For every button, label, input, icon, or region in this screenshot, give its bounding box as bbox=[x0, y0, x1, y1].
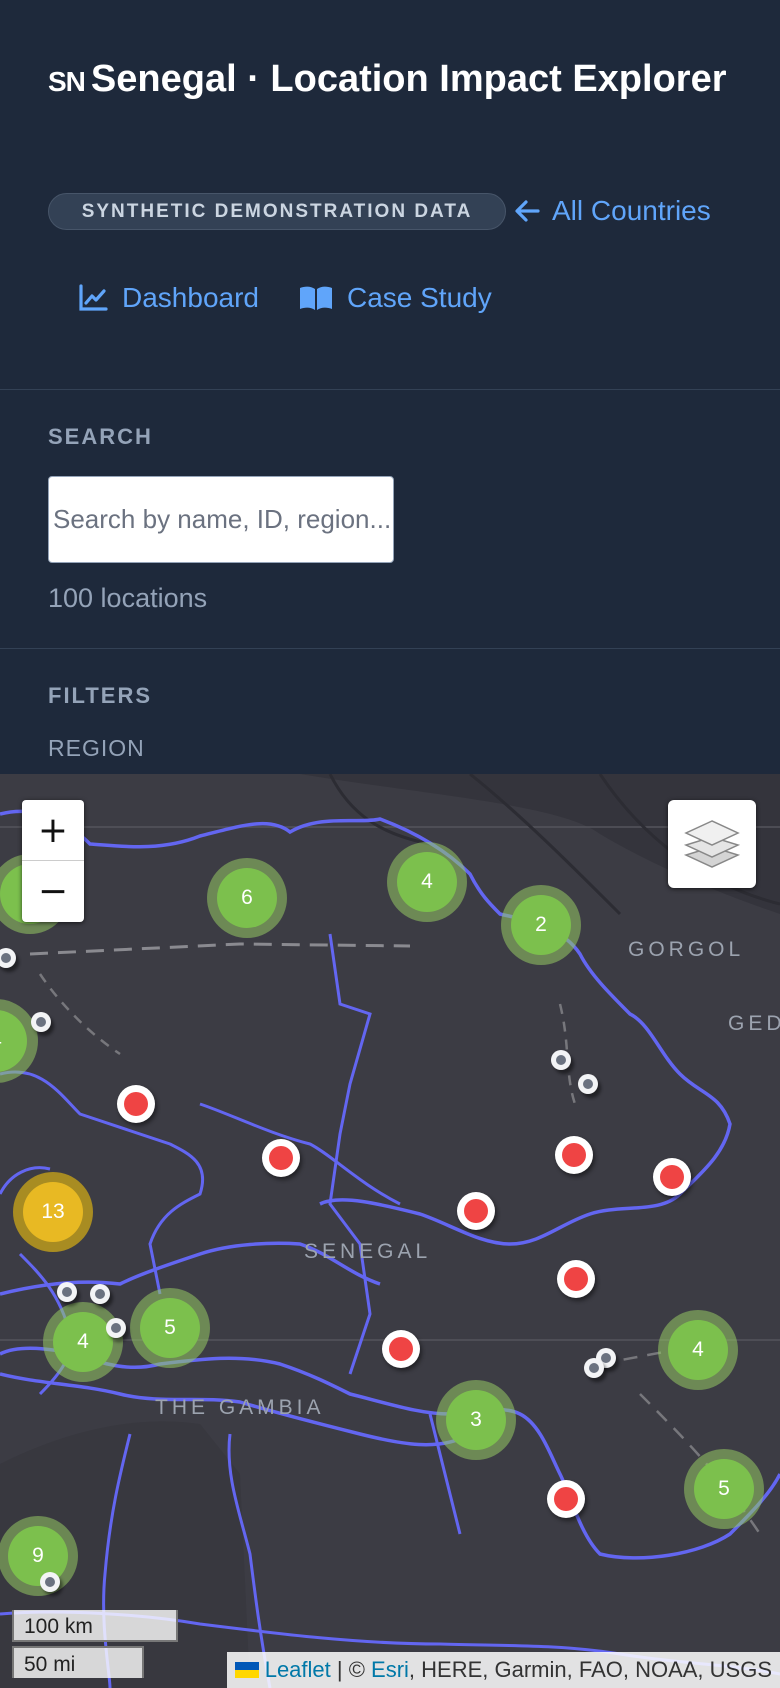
cluster-count: 5 bbox=[694, 1459, 754, 1519]
pin-dot bbox=[36, 1017, 46, 1027]
map[interactable]: GORGOL GED SENEGAL THE GAMBIA 5 6 4 2 4 … bbox=[0, 774, 780, 1688]
cluster-count: 4 bbox=[0, 1010, 27, 1072]
attribution-separator: | © bbox=[330, 1657, 372, 1682]
marker-dot bbox=[562, 1143, 586, 1167]
pin-dot bbox=[583, 1079, 593, 1089]
marker-dot bbox=[389, 1337, 413, 1361]
book-open-icon bbox=[299, 286, 332, 310]
location-pin[interactable] bbox=[40, 1572, 60, 1592]
location-pin[interactable] bbox=[106, 1318, 126, 1338]
marker-cluster[interactable]: 9 bbox=[0, 1516, 78, 1596]
dashboard-link[interactable]: Dashboard bbox=[78, 278, 259, 318]
map-label-gambia: THE GAMBIA bbox=[155, 1396, 325, 1419]
marker-dot bbox=[269, 1146, 293, 1170]
search-input[interactable] bbox=[48, 476, 394, 563]
marker-dot bbox=[124, 1092, 148, 1116]
leaflet-link[interactable]: Leaflet bbox=[265, 1652, 331, 1688]
region-filter-label: REGION bbox=[48, 735, 145, 761]
marker-cluster[interactable]: 4 bbox=[43, 1302, 123, 1382]
location-marker[interactable] bbox=[382, 1330, 420, 1368]
header-nav: Dashboard Case Study bbox=[78, 278, 492, 318]
location-marker[interactable] bbox=[653, 1158, 691, 1196]
map-label-gorgol: GORGOL bbox=[628, 938, 745, 961]
filters-section-label: FILTERS bbox=[48, 683, 153, 708]
pin-dot bbox=[556, 1055, 566, 1065]
attribution-sources: , HERE, Garmin, FAO, NOAA, USGS bbox=[408, 1657, 772, 1682]
location-marker[interactable] bbox=[557, 1260, 595, 1298]
cluster-count: 5 bbox=[140, 1298, 200, 1358]
location-marker[interactable] bbox=[262, 1139, 300, 1177]
scale-mi: 50 mi bbox=[12, 1646, 144, 1678]
ukraine-flag-icon bbox=[234, 1662, 259, 1678]
marker-cluster[interactable]: 4 bbox=[658, 1310, 738, 1390]
location-marker[interactable] bbox=[457, 1192, 495, 1230]
pin-dot bbox=[1, 953, 11, 963]
location-pin[interactable] bbox=[584, 1358, 604, 1378]
cluster-count: 4 bbox=[397, 852, 457, 912]
zoom-in-button[interactable]: + bbox=[22, 800, 84, 861]
cluster-count: 6 bbox=[217, 868, 277, 928]
zoom-control: + − bbox=[22, 800, 84, 922]
esri-link[interactable]: Esri bbox=[371, 1652, 409, 1688]
location-marker[interactable] bbox=[117, 1085, 155, 1123]
pin-dot bbox=[111, 1323, 121, 1333]
synthetic-data-badge: SYNTHETIC DEMONSTRATION DATA bbox=[48, 193, 506, 230]
pin-dot bbox=[95, 1289, 105, 1299]
location-pin[interactable] bbox=[551, 1050, 571, 1070]
location-count: 100 locations bbox=[48, 583, 208, 613]
pin-dot bbox=[589, 1363, 599, 1373]
map-attribution: Leaflet | © Esri, HERE, Garmin, FAO, NOA… bbox=[226, 1652, 780, 1688]
marker-cluster[interactable]: 2 bbox=[501, 885, 581, 965]
case-study-label: Case Study bbox=[346, 282, 492, 313]
cluster-count: 13 bbox=[23, 1182, 83, 1242]
layers-icon bbox=[683, 820, 741, 868]
location-pin[interactable] bbox=[31, 1012, 51, 1032]
layers-button[interactable] bbox=[668, 800, 756, 888]
location-pin[interactable] bbox=[90, 1284, 110, 1304]
marker-dot bbox=[660, 1165, 684, 1189]
pin-dot bbox=[601, 1353, 611, 1363]
map-label-ged: GED bbox=[728, 1012, 780, 1035]
app-header: SN Senegal · Location Impact Explorer SYN… bbox=[0, 0, 780, 390]
marker-cluster[interactable]: 5 bbox=[684, 1449, 764, 1529]
marker-cluster[interactable]: 3 bbox=[436, 1380, 516, 1460]
marker-dot bbox=[564, 1267, 588, 1291]
marker-dot bbox=[554, 1487, 578, 1511]
search-section: SEARCH 100 locations bbox=[0, 390, 780, 649]
all-countries-label: All Countries bbox=[552, 195, 711, 226]
location-marker[interactable] bbox=[555, 1136, 593, 1174]
case-study-link[interactable]: Case Study bbox=[299, 278, 492, 318]
search-section-label: SEARCH bbox=[48, 424, 153, 449]
marker-cluster[interactable]: 13 bbox=[13, 1172, 93, 1252]
pin-dot bbox=[45, 1577, 55, 1587]
location-pin[interactable] bbox=[57, 1282, 77, 1302]
zoom-out-button[interactable]: − bbox=[22, 861, 84, 921]
cluster-count: 3 bbox=[446, 1390, 506, 1450]
flag-code: SN bbox=[48, 66, 86, 97]
page-title: SN Senegal · Location Impact Explorer bbox=[48, 56, 728, 105]
marker-dot bbox=[464, 1199, 488, 1223]
filters-section: FILTERS REGION bbox=[0, 649, 780, 774]
location-pin[interactable] bbox=[578, 1074, 598, 1094]
arrow-left-icon bbox=[515, 200, 540, 222]
marker-cluster[interactable]: 6 bbox=[207, 858, 287, 938]
location-marker[interactable] bbox=[547, 1480, 585, 1518]
page-title-text: Senegal · Location Impact Explorer bbox=[90, 58, 727, 100]
chart-line-icon bbox=[79, 284, 108, 311]
cluster-count: 4 bbox=[668, 1320, 728, 1380]
map-label-senegal: SENEGAL bbox=[304, 1240, 432, 1263]
cluster-count: 4 bbox=[53, 1312, 113, 1372]
map-basemap bbox=[0, 774, 780, 1688]
pin-dot bbox=[62, 1287, 72, 1297]
marker-cluster[interactable]: 5 bbox=[130, 1288, 210, 1368]
cluster-count: 2 bbox=[511, 895, 571, 955]
dashboard-label: Dashboard bbox=[122, 282, 259, 313]
marker-cluster[interactable]: 4 bbox=[387, 842, 467, 922]
all-countries-link[interactable]: All Countries bbox=[514, 191, 711, 231]
scale-km: 100 km bbox=[12, 1610, 178, 1642]
